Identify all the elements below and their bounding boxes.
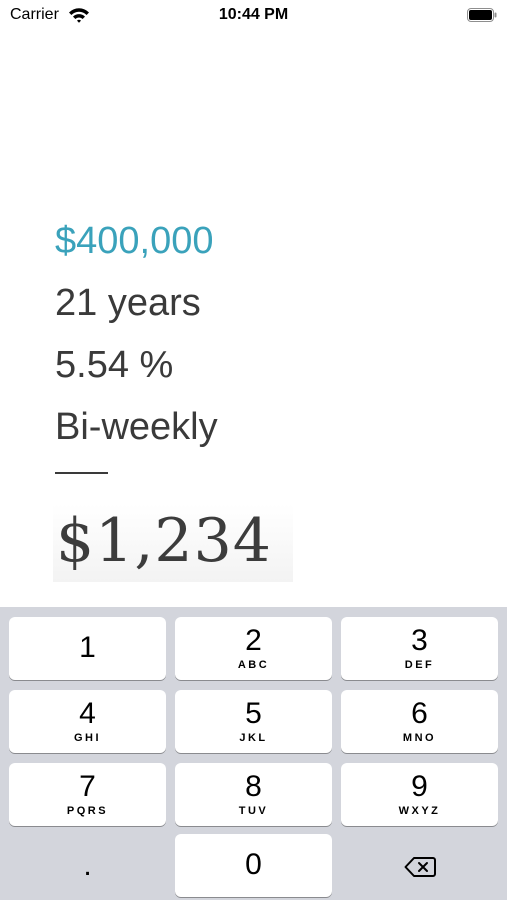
key-letters: DEF [404, 659, 435, 671]
key-4[interactable]: 4 GHI [9, 690, 166, 753]
key-digit: 6 [411, 697, 428, 730]
key-1[interactable]: 1 [9, 617, 166, 680]
payment-frequency-field[interactable]: Bi-weekly [55, 396, 218, 458]
delete-key[interactable] [341, 834, 498, 897]
key-2[interactable]: 2 ABC [175, 617, 332, 680]
backspace-icon [404, 857, 436, 877]
key-3[interactable]: 3 DEF [341, 617, 498, 680]
key-letters: MNO [402, 732, 437, 744]
key-8[interactable]: 8 TUV [175, 763, 332, 826]
loan-term-field[interactable]: 21 years [55, 272, 218, 334]
key-digit: 4 [79, 697, 96, 730]
key-letters: PQRS [66, 805, 109, 817]
key-0[interactable]: 0 [175, 834, 332, 897]
key-digit: 0 [245, 848, 262, 881]
key-6[interactable]: 6 MNO [341, 690, 498, 753]
key-letters: ABC [237, 659, 270, 671]
payment-amount: $1,234 [56, 506, 272, 576]
key-7[interactable]: 7 PQRS [9, 763, 166, 826]
loan-amount-field[interactable]: $400,000 [55, 210, 218, 272]
key-digit: 2 [245, 624, 262, 657]
decimal-symbol: . [83, 849, 92, 882]
key-letters: GHI [73, 732, 102, 744]
mortgage-form: $400,000 21 years 5.54 % Bi-weekly [55, 210, 218, 458]
key-digit: 7 [79, 770, 96, 803]
interest-rate-field[interactable]: 5.54 % [55, 334, 218, 396]
key-letters: JKL [239, 732, 268, 744]
divider [55, 472, 108, 474]
key-digit: 5 [245, 697, 262, 730]
key-digit: 9 [411, 770, 428, 803]
clock: 10:44 PM [218, 6, 289, 23]
key-9[interactable]: 9 WXYZ [341, 763, 498, 826]
battery-icon [467, 8, 497, 22]
decimal-key[interactable]: . [9, 834, 166, 897]
numeric-keypad: 1 2 ABC 3 DEF 4 GHI 5 JKL 6 MNO 7 PQRS 8… [0, 607, 507, 900]
status-bar: Carrier 10:44 PM [0, 0, 507, 30]
key-digit: 1 [79, 631, 96, 664]
payment-result: $1,234 [53, 504, 293, 582]
key-letters: WXYZ [398, 805, 441, 817]
key-letters: TUV [238, 805, 269, 817]
key-digit: 8 [245, 770, 262, 803]
key-5[interactable]: 5 JKL [175, 690, 332, 753]
key-digit: 3 [411, 624, 428, 657]
